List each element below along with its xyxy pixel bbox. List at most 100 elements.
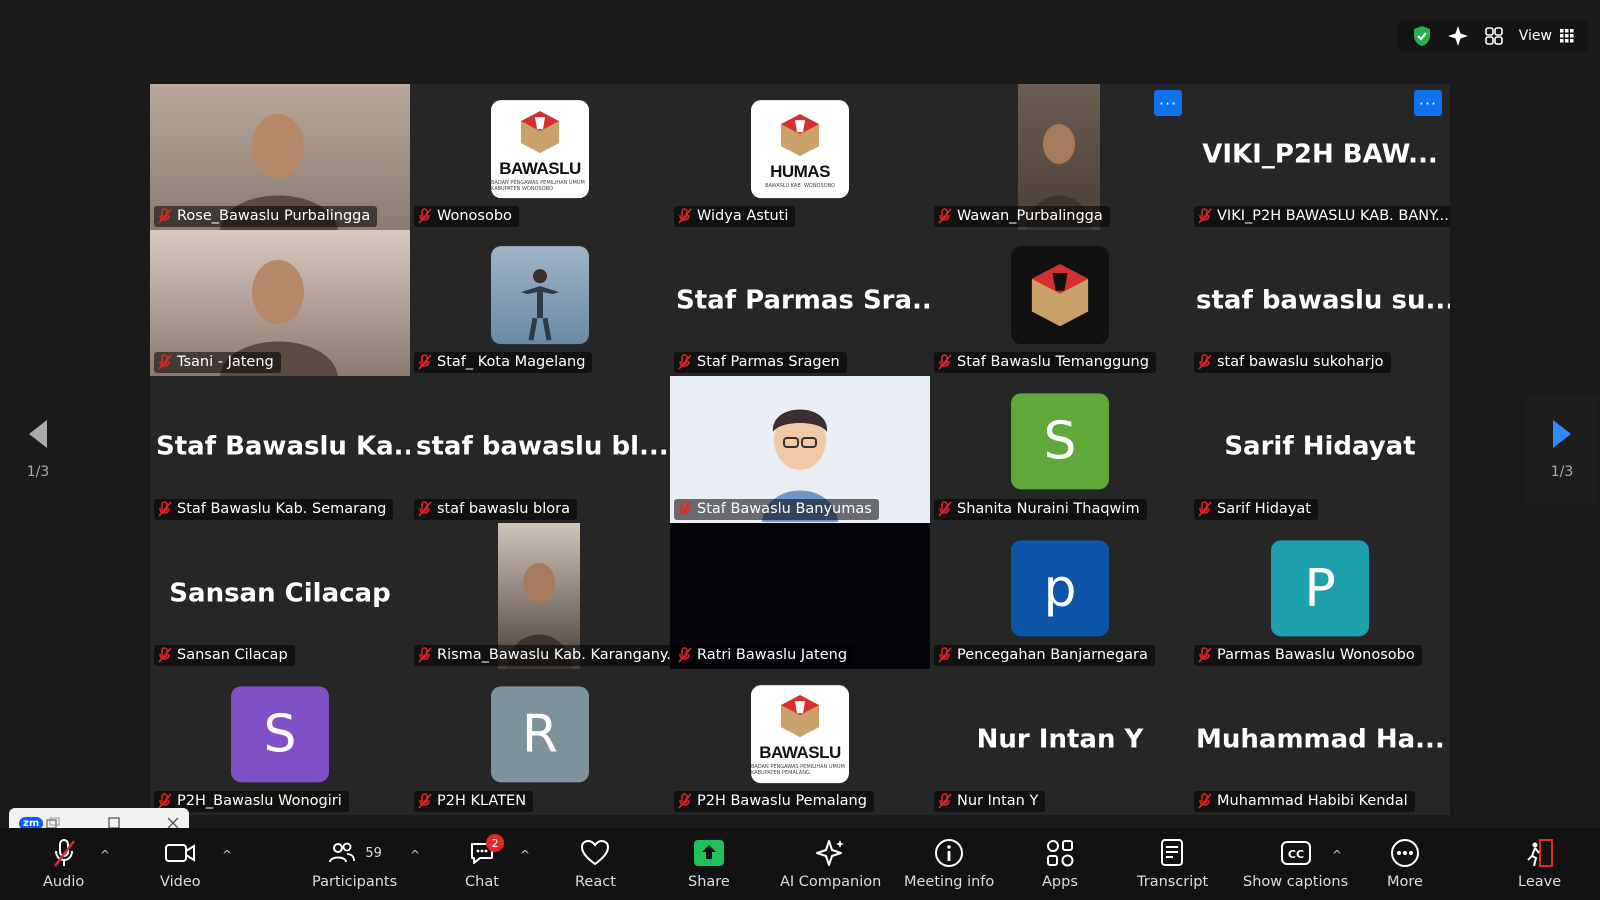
view-button[interactable]: View bbox=[1519, 28, 1574, 44]
leave-button[interactable]: Leave bbox=[1518, 838, 1561, 890]
chat-options-caret[interactable]: ^ bbox=[520, 848, 530, 862]
participant-name-tag: staf bawaslu sukoharjo bbox=[1194, 352, 1391, 374]
muted-microphone-icon bbox=[678, 647, 692, 663]
participant-tile-staf-parmas-sragen[interactable]: Staf Parmas Sra... Staf Parmas Sragen bbox=[670, 230, 930, 377]
participant-name-tag: Parmas Bawaslu Wonosobo bbox=[1194, 644, 1422, 666]
transcript-button[interactable]: Transcript bbox=[1137, 838, 1208, 890]
participant-name: staf bawaslu blora bbox=[437, 500, 571, 517]
participant-name: Nur Intan Y bbox=[957, 792, 1039, 809]
view-label: View bbox=[1518, 28, 1552, 44]
triangle-right-icon bbox=[1553, 420, 1571, 448]
participant-name-tag: Ratri Bawaslu Jateng bbox=[674, 644, 855, 666]
muted-microphone-icon bbox=[418, 208, 432, 224]
participants-options-caret[interactable]: ^ bbox=[410, 848, 420, 862]
svg-text:CC: CC bbox=[1287, 848, 1303, 861]
react-button[interactable]: React bbox=[575, 838, 616, 890]
participant-tile-staf-bawaslu-temanggung[interactable]: Staf Bawaslu Temanggung bbox=[930, 230, 1190, 377]
apps-button[interactable]: Apps bbox=[1042, 838, 1078, 890]
participant-tile-staf-kota-magelang[interactable]: Staf_ Kota Magelang bbox=[410, 230, 670, 377]
more-label: More bbox=[1387, 874, 1423, 890]
muted-microphone-icon bbox=[158, 208, 172, 224]
participant-name: Sansan Cilacap bbox=[177, 646, 288, 663]
transcript-label: Transcript bbox=[1137, 874, 1209, 890]
ai-companion-button[interactable]: AI Companion bbox=[780, 838, 881, 890]
share-label: Share bbox=[688, 874, 730, 890]
participant-tile-rose-bawaslu-purbalingga[interactable]: Rose_Bawaslu Purbalingga bbox=[150, 84, 410, 231]
participant-tile-staf-bawaslu-sukoharjo[interactable]: staf bawaslu su... staf bawaslu sukoharjo bbox=[1190, 230, 1450, 377]
muted-microphone-icon bbox=[938, 647, 952, 663]
participant-name: Staf_ Kota Magelang bbox=[437, 354, 586, 371]
closed-captions-icon: CC bbox=[1280, 841, 1311, 865]
show-captions-label: Show captions bbox=[1243, 874, 1349, 890]
participant-tile-risma-bawaslu-kab-karangany[interactable]: Risma_Bawaslu Kab. Karangany... bbox=[410, 522, 670, 669]
participant-tile-wonosobo[interactable]: BAWASLU BADAN PENGAWAS PEMILIHAN UMUM KAB… bbox=[410, 84, 670, 231]
participant-name: Wawan_Purbalingga bbox=[957, 208, 1103, 225]
more-ellipsis-icon bbox=[1390, 839, 1419, 867]
meeting-toolbar: Audio ^ Video ^ 59 Participants ^ 2 Chat… bbox=[0, 828, 1600, 900]
participant-name-tag: Sansan Cilacap bbox=[154, 644, 295, 666]
encryption-shield-icon[interactable] bbox=[1411, 25, 1433, 47]
participant-name-tag: P2H KLATEN bbox=[414, 790, 534, 812]
participant-tile-sarif-hidayat[interactable]: Sarif Hidayat Sarif Hidayat bbox=[1190, 376, 1450, 523]
participants-button[interactable]: 59 Participants bbox=[312, 838, 397, 890]
leave-label: Leave bbox=[1518, 874, 1562, 890]
muted-microphone-icon bbox=[1198, 500, 1212, 517]
muted-microphone-icon bbox=[938, 208, 952, 224]
video-camera-icon bbox=[165, 844, 196, 862]
bawaslu-logo-icon: HUMAS BAWASLU KAB. WONOSOBO bbox=[751, 100, 849, 199]
meeting-info-button[interactable]: Meeting info bbox=[904, 838, 994, 890]
video-options-caret[interactable]: ^ bbox=[222, 848, 232, 862]
muted-microphone-icon bbox=[418, 647, 432, 663]
muted-microphone-icon bbox=[938, 500, 952, 517]
chat-button[interactable]: 2 Chat bbox=[465, 834, 504, 890]
participant-avatar: S bbox=[1011, 393, 1109, 490]
muted-microphone-icon bbox=[938, 354, 952, 370]
participant-name: P2H Bawaslu Pemalang bbox=[697, 792, 867, 809]
participant-tile-p2h-bawaslu-wonogiri[interactable]: S P2H_Bawaslu Wonogiri bbox=[150, 668, 410, 815]
participant-tile-sansan-cilacap[interactable]: Sansan Cilacap Sansan Cilacap bbox=[150, 522, 410, 669]
bawaslu-logo-icon: BAWASLU BADAN PENGAWAS PEMILIHAN UMUM KAB… bbox=[491, 100, 589, 199]
participant-tile-p2h-klaten[interactable]: R P2H KLATEN bbox=[410, 668, 670, 815]
audio-options-caret[interactable]: ^ bbox=[100, 848, 110, 862]
show-captions-button[interactable]: CC Show captions bbox=[1243, 838, 1348, 890]
heart-icon bbox=[581, 839, 610, 866]
participant-tile-shanita-nuraini-thaqwim[interactable]: S Shanita Nuraini Thaqwim bbox=[930, 376, 1190, 523]
muted-microphone-icon bbox=[1198, 354, 1212, 370]
participant-tile-staf-bawaslu-banyumas[interactable]: Staf Bawaslu Banyumas bbox=[670, 376, 930, 523]
previous-page[interactable]: 1/3 bbox=[2, 395, 74, 503]
share-button[interactable]: Share bbox=[688, 838, 730, 890]
participant-name: Ratri Bawaslu Jateng bbox=[697, 646, 848, 663]
participant-display-name: Muhammad Ha... bbox=[1196, 724, 1445, 755]
gallery-layout-icon[interactable] bbox=[1483, 25, 1505, 47]
muted-microphone-icon bbox=[158, 354, 172, 370]
participant-tile-parmas-bawaslu-wonosobo[interactable]: P Parmas Bawaslu Wonosobo bbox=[1190, 522, 1450, 669]
participant-tile-nur-intan-y[interactable]: Nur Intan Y Nur Intan Y bbox=[930, 668, 1190, 815]
muted-microphone-icon bbox=[158, 793, 172, 809]
participant-avatar: S bbox=[231, 686, 329, 783]
participant-name: Staf Bawaslu Temanggung bbox=[957, 354, 1149, 371]
participant-display-name: staf bawaslu bl... bbox=[416, 432, 669, 463]
tile-more-options-button[interactable]: ··· bbox=[1414, 90, 1442, 116]
participant-tile-wawan-purbalingga[interactable]: ··· Wawan_Purbalingga bbox=[930, 84, 1190, 231]
ai-sparkle-icon[interactable] bbox=[1447, 25, 1469, 47]
participant-tile-ratri-bawaslu-jateng[interactable]: Ratri Bawaslu Jateng bbox=[670, 522, 930, 669]
tile-more-options-button[interactable]: ··· bbox=[1154, 90, 1182, 116]
participant-display-name: Staf Bawaslu Ka... bbox=[156, 432, 410, 463]
participant-name-tag: VIKI_P2H BAWASLU KAB. BANY... bbox=[1194, 206, 1450, 228]
participant-tile-viki-p2h-bawaslu-kab-bany[interactable]: VIKI_P2H BAW... ··· VIKI_P2H BAWASLU KAB. … bbox=[1190, 84, 1450, 231]
participant-tile-widya-astuti[interactable]: HUMAS BAWASLU KAB. WONOSOBO Widya Astuti bbox=[670, 84, 930, 231]
participant-tile-muhammad-habibi-kendal[interactable]: Muhammad Ha... Muhammad Habibi Kendal bbox=[1190, 668, 1450, 815]
video-button[interactable]: Video bbox=[160, 838, 201, 890]
participant-tile-staf-bawaslu-blora[interactable]: staf bawaslu bl... staf bawaslu blora bbox=[410, 376, 670, 523]
participant-name: Shanita Nuraini Thaqwim bbox=[957, 500, 1140, 517]
muted-microphone-icon bbox=[678, 354, 692, 370]
participant-tile-tsani-jateng[interactable]: Tsani - Jateng bbox=[150, 230, 410, 377]
next-page[interactable]: 1/3 bbox=[1526, 395, 1598, 503]
participant-tile-pencegahan-banjarnegara[interactable]: p Pencegahan Banjarnegara bbox=[930, 522, 1190, 669]
more-button[interactable]: More bbox=[1387, 838, 1423, 890]
captions-options-caret[interactable]: ^ bbox=[1332, 848, 1342, 862]
participant-name-tag: Wonosobo bbox=[414, 206, 519, 228]
participant-tile-p2h-bawaslu-pemalang[interactable]: BAWASLU BADAN PENGAWAS PEMILIHAN UMUM KAB… bbox=[670, 668, 930, 815]
audio-button[interactable]: Audio bbox=[43, 838, 84, 890]
participant-tile-staf-bawaslu-kab-semarang[interactable]: Staf Bawaslu Ka... Staf Bawaslu Kab. Sema… bbox=[150, 376, 410, 523]
